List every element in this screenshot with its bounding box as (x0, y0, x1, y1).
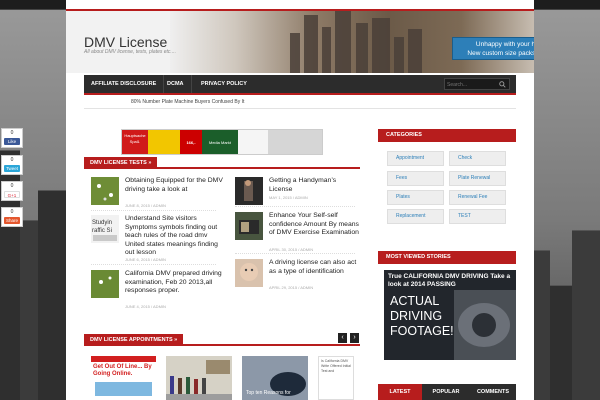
post-meta: MAY 1, 2015 / ADMIN (269, 195, 308, 200)
post-title[interactable]: Enhance Your Self-self confidence Amount… (269, 212, 359, 238)
post-thumbnail[interactable] (235, 177, 263, 205)
tweet-button[interactable]: Tweet (4, 165, 20, 172)
tile-text: Top ten Reasons for (246, 390, 291, 396)
category-renewal-fee[interactable]: Renewal Fee (449, 190, 506, 205)
post-item[interactable]: Getting a Handyman’s License MAY 1, 2015… (235, 177, 360, 207)
post-meta: APRIL 29, 2015 / ADMIN (269, 285, 314, 290)
tile-text: Is California DMV Write Offered Initial … (321, 359, 351, 373)
share-button[interactable]: Share (4, 217, 20, 224)
category-check[interactable]: Check (449, 151, 506, 166)
category-replacement[interactable]: Replacement (387, 209, 444, 224)
post-title[interactable]: Getting a Handyman’s License (269, 177, 359, 194)
divider (235, 206, 355, 207)
appointment-tile[interactable]: Is California DMV Write Offered Initial … (318, 356, 354, 400)
ad-price: 166,- (180, 130, 202, 154)
sidebar-tabs: LATEST POPULAR COMMENTS (378, 384, 516, 400)
category-plate-renewal[interactable]: Plate Renewal (449, 171, 506, 186)
category-appointment[interactable]: Appointment (387, 151, 444, 166)
category-test[interactable]: TEST (449, 209, 506, 224)
carousel-next-button[interactable]: › (350, 333, 359, 343)
post-thumbnail[interactable] (235, 259, 263, 287)
divider (91, 264, 216, 265)
appointment-tile[interactable] (166, 356, 232, 400)
site-title[interactable]: DMV License (84, 34, 167, 50)
ad-banner[interactable]: Hauptsache Spaß. 166,- Media Markt (121, 129, 323, 155)
tweet-count: 0 (10, 157, 14, 163)
share-widget: 0 Share (1, 207, 23, 227)
post-item[interactable]: California DMV prepared driving examinat… (91, 270, 222, 315)
video-overlay-text: ACTUAL DRIVING FOOTAGE! (390, 294, 454, 339)
promo-line-2: New custom size packs available. (467, 50, 534, 57)
post-thumbnail[interactable] (235, 212, 263, 240)
post-item[interactable]: Enhance Your Self-self confidence Amount… (235, 212, 360, 252)
post-title[interactable]: Obtaining Equipped for the DMV driving t… (125, 177, 225, 194)
news-ticker: 80% Number Plate Machine Buyers Confused… (84, 96, 516, 109)
tab-comments[interactable]: COMMENTS (470, 384, 516, 400)
appointment-tile[interactable]: Get Out Of Line... By Going Online. (91, 356, 156, 400)
main-navigation: AFFILIATE DISCLOSURE DCMA PRIVACY POLICY (84, 75, 516, 95)
promo-line-1: Unhappy with your hosting? (475, 41, 534, 48)
google-plus-widget: 0 G+1 (1, 181, 23, 201)
post-thumbnail[interactable] (91, 177, 119, 205)
ticker-headline[interactable]: 80% Number Plate Machine Buyers Confused… (131, 99, 244, 105)
like-button[interactable]: Like (4, 138, 20, 145)
tab-latest[interactable]: LATEST (378, 384, 422, 400)
facebook-like-widget: 0 Like (1, 128, 23, 148)
svg-text:raffic Si: raffic Si (92, 228, 112, 234)
search-input[interactable] (447, 80, 495, 89)
post-item[interactable]: Obtaining Equipped for the DMV driving t… (91, 177, 223, 217)
section-label-tests[interactable]: DMV LICENSE TESTS » (84, 157, 158, 169)
search-box (444, 78, 510, 90)
svg-text:Studyin: Studyin (92, 220, 112, 226)
category-fees[interactable]: Fees (387, 171, 444, 186)
video-caption: True CALIFORNIA DMV DRIVING Take a look … (388, 273, 511, 288)
video-text-line-3: FOOTAGE! (390, 324, 454, 338)
carousel-prev-button[interactable]: ‹ (338, 333, 347, 343)
video-text-line-1: ACTUAL (390, 294, 440, 308)
tab-popular[interactable]: POPULAR (424, 384, 468, 400)
video-text-line-2: DRIVING (390, 309, 443, 323)
categories-widget-header: CATEGORIES (378, 129, 516, 142)
divider (91, 210, 216, 211)
post-item[interactable]: Studyin raffic Si Understand Site visitor… (91, 215, 221, 265)
section-label-appointments[interactable]: DMV LICENSE APPOINTMENTS » (84, 334, 184, 346)
most-viewed-widget-header: MOST VIEWED STORIES (378, 251, 516, 264)
ad-brand-block (148, 130, 180, 154)
video-thumbnail[interactable]: True CALIFORNIA DMV DRIVING Take a look … (384, 270, 516, 360)
post-meta: APRIL 30, 2015 / ADMIN (269, 247, 314, 252)
post-item[interactable]: A driving license can also act as a type… (235, 259, 360, 294)
post-meta: JUNE 8, 2015 / ADMIN (125, 203, 166, 208)
appointment-tile[interactable]: Top ten Reasons for (242, 356, 308, 400)
ad-product-image (238, 130, 268, 154)
nav-item-privacy-policy[interactable]: PRIVACY POLICY (194, 75, 254, 93)
site-description: All about DMV license, tests, plates etc… (84, 49, 176, 55)
search-icon[interactable] (499, 81, 506, 88)
ad-brand: Media Markt (202, 130, 238, 154)
nav-item-affiliate-disclosure[interactable]: AFFILIATE DISCLOSURE (84, 75, 165, 93)
ad-slogan: Hauptsache Spaß. (122, 130, 148, 154)
post-meta: JUNE 4, 2015 / ADMIN (125, 304, 166, 309)
post-title[interactable]: A driving license can also act as a type… (269, 259, 359, 276)
tile-text: Get Out Of Line... By Going Online. (93, 364, 152, 377)
category-plates[interactable]: Plates (387, 190, 444, 205)
hosting-promo-banner[interactable]: Unhappy with your hosting? New custom si… (452, 37, 534, 60)
share-count: 0 (10, 209, 14, 215)
like-count: 0 (10, 130, 14, 136)
post-thumbnail[interactable] (91, 270, 119, 298)
post-title[interactable]: California DMV prepared driving examinat… (125, 270, 225, 296)
section-header-appointments: DMV LICENSE APPOINTMENTS » (84, 334, 360, 346)
ad-product-box (268, 130, 322, 154)
tweet-widget: 0 Tweet (1, 155, 23, 175)
nav-item-dcma[interactable]: DCMA (160, 75, 192, 93)
divider (235, 253, 355, 254)
post-meta: JUNE 6, 2015 / ADMIN (125, 257, 166, 262)
site-header: DMV License All about DMV license, tests… (66, 11, 534, 73)
gplus-count: 0 (10, 183, 14, 189)
gplus-button[interactable]: G+1 (4, 191, 20, 198)
post-thumbnail[interactable]: Studyin raffic Si (91, 215, 119, 243)
post-title[interactable]: Understand Site visitors Symptoms symbol… (125, 215, 225, 258)
section-header-tests: DMV LICENSE TESTS » (84, 157, 360, 169)
